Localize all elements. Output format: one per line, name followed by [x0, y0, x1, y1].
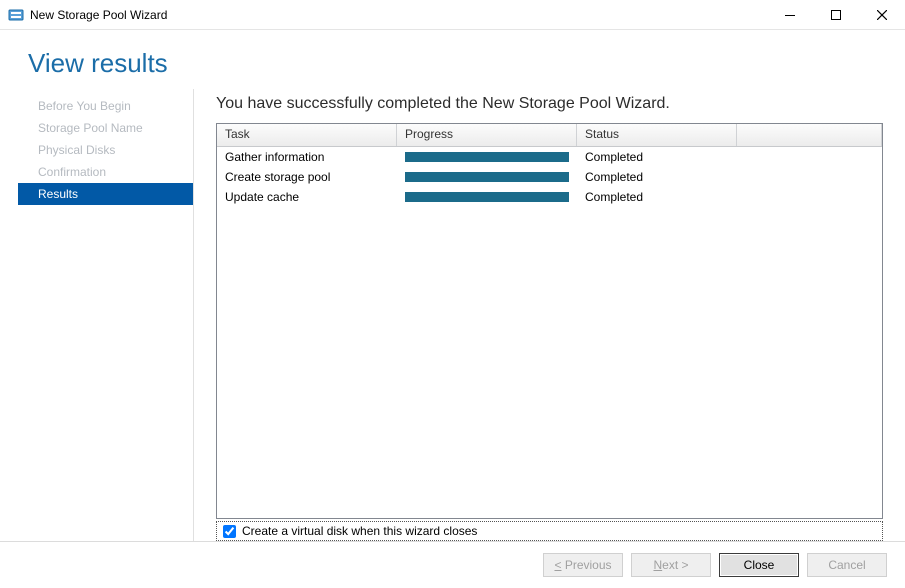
titlebar: New Storage Pool Wizard [0, 0, 905, 30]
column-header-rest [737, 124, 882, 146]
progress-bar [405, 172, 569, 182]
results-grid: Task Progress Status Gather information … [216, 123, 883, 519]
close-window-button[interactable] [859, 0, 905, 30]
progress-bar [405, 152, 569, 162]
cell-status: Completed [577, 170, 737, 184]
table-row: Gather information Completed [217, 147, 882, 167]
page-heading: View results [0, 30, 905, 89]
table-row: Update cache Completed [217, 187, 882, 207]
cell-status: Completed [577, 150, 737, 164]
cell-progress [397, 192, 577, 202]
column-header-task[interactable]: Task [217, 124, 397, 146]
cell-task: Update cache [217, 190, 397, 204]
column-header-progress[interactable]: Progress [397, 124, 577, 146]
sidebar-item-before-you-begin[interactable]: Before You Begin [28, 95, 193, 117]
cell-task: Gather information [217, 150, 397, 164]
grid-header: Task Progress Status [217, 124, 882, 147]
window-title: New Storage Pool Wizard [30, 8, 167, 22]
cell-progress [397, 172, 577, 182]
sidebar-item-storage-pool-name[interactable]: Storage Pool Name [28, 117, 193, 139]
wizard-footer: < Previous Next > Close Cancel [0, 541, 905, 588]
table-row: Create storage pool Completed [217, 167, 882, 187]
create-virtual-disk-checkbox-row[interactable]: Create a virtual disk when this wizard c… [216, 521, 883, 541]
results-success-text: You have successfully completed the New … [216, 95, 883, 113]
next-button: Next > [631, 553, 711, 577]
wizard-steps-sidebar: Before You Begin Storage Pool Name Physi… [28, 89, 194, 541]
create-virtual-disk-checkbox[interactable] [223, 525, 236, 538]
previous-button: < Previous [543, 553, 623, 577]
sidebar-item-results[interactable]: Results [18, 183, 193, 205]
create-virtual-disk-label: Create a virtual disk when this wizard c… [242, 524, 477, 538]
sidebar-item-physical-disks[interactable]: Physical Disks [28, 139, 193, 161]
grid-body: Gather information Completed Create stor… [217, 147, 882, 518]
cell-status: Completed [577, 190, 737, 204]
storage-pool-icon [8, 7, 24, 23]
progress-bar [405, 192, 569, 202]
close-button[interactable]: Close [719, 553, 799, 577]
cell-progress [397, 152, 577, 162]
sidebar-item-confirmation[interactable]: Confirmation [28, 161, 193, 183]
column-header-status[interactable]: Status [577, 124, 737, 146]
cancel-button: Cancel [807, 553, 887, 577]
minimize-button[interactable] [767, 0, 813, 30]
maximize-button[interactable] [813, 0, 859, 30]
cell-task: Create storage pool [217, 170, 397, 184]
